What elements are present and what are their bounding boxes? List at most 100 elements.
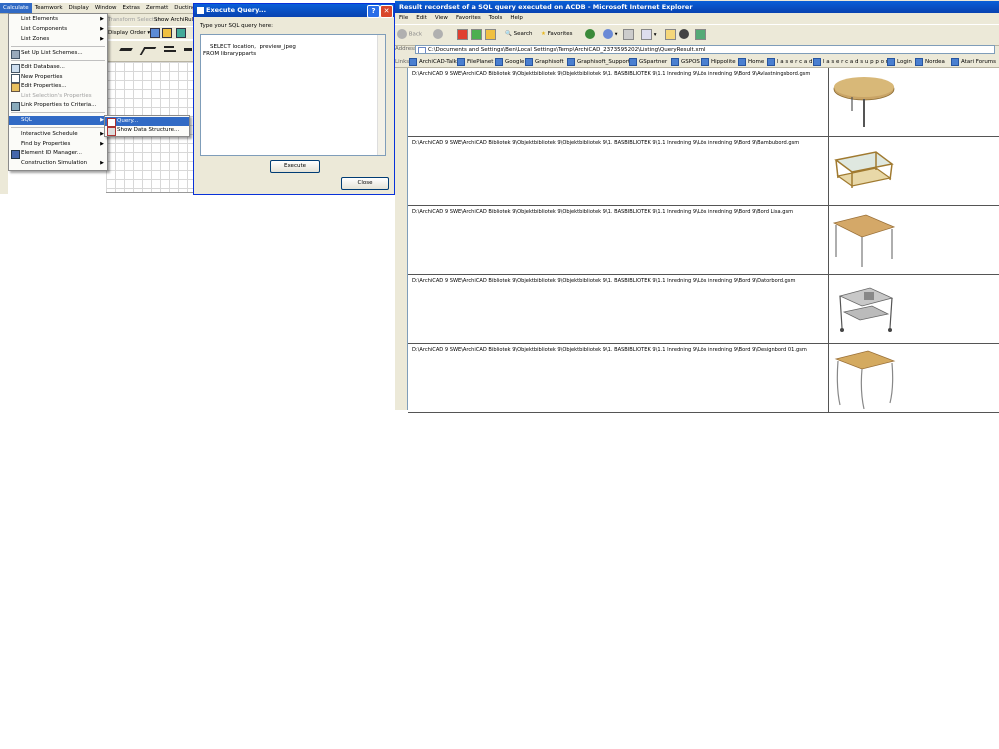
sql-submenu: Query... Show Data Structure... bbox=[104, 115, 190, 137]
menu-link-properties[interactable]: Link Properties to Criteria... bbox=[9, 101, 107, 111]
link-lasercad[interactable]: l a s e r c a d bbox=[767, 57, 813, 67]
menu-query[interactable]: Query... bbox=[105, 117, 189, 127]
submenu-arrow-icon: ▶ bbox=[100, 16, 104, 22]
menu-display[interactable]: Display bbox=[66, 3, 92, 13]
ie-menu-help[interactable]: Help bbox=[506, 13, 527, 23]
menu-label: SQL bbox=[21, 117, 32, 123]
menu-element-id-manager[interactable]: Element ID Manager... bbox=[9, 149, 107, 159]
textarea-scrollbar[interactable] bbox=[377, 35, 385, 155]
rect-table-preview bbox=[832, 214, 896, 267]
search-label: Search bbox=[513, 31, 533, 37]
column-divider bbox=[828, 344, 829, 412]
menu-sql[interactable]: SQL ▶ bbox=[9, 116, 107, 125]
execute-query-dialog: Execute Query... ? ✕ Type your SQL query… bbox=[193, 3, 395, 195]
menu-list-selection-properties[interactable]: List Selection's Properties bbox=[9, 92, 107, 101]
link-home[interactable]: Home bbox=[738, 57, 764, 67]
messenger-button[interactable] bbox=[695, 29, 706, 41]
link-archicad-talk[interactable]: ArchiCAD-Talk bbox=[409, 57, 457, 67]
menu-find-by-properties[interactable]: Find by Properties ▶ bbox=[9, 140, 107, 149]
dialog-close-icon[interactable]: ✕ bbox=[380, 5, 393, 18]
menu-list-components[interactable]: List Components ▶ bbox=[9, 25, 107, 34]
link-google[interactable]: Google bbox=[495, 57, 524, 67]
roof-tool-icon[interactable] bbox=[184, 48, 192, 51]
ie-menu-view[interactable]: View bbox=[431, 13, 452, 23]
home-button[interactable] bbox=[485, 29, 496, 41]
media-icon bbox=[585, 29, 595, 39]
display-order-dropdown[interactable]: Display Order ▾ bbox=[108, 30, 150, 36]
forward-button[interactable] bbox=[433, 29, 443, 41]
ie-titlebar[interactable]: Result recordset of a SQL query executed… bbox=[395, 1, 999, 13]
menu-construction-simulation[interactable]: Construction Simulation ▶ bbox=[9, 159, 107, 168]
mail-button[interactable]: ▾ bbox=[603, 29, 618, 41]
page-icon bbox=[418, 47, 426, 53]
link-text: Login bbox=[897, 59, 912, 65]
link-icon bbox=[457, 57, 465, 66]
link-gspos[interactable]: GSPOS bbox=[671, 57, 700, 67]
execute-button[interactable]: Execute bbox=[270, 160, 320, 173]
link-lasercadsupport[interactable]: l a s e r c a d s u p p o r t bbox=[813, 57, 892, 67]
ie-menu-file[interactable]: File bbox=[395, 13, 412, 23]
back-button[interactable]: Back bbox=[397, 29, 422, 41]
link-nordea[interactable]: Nordea bbox=[915, 57, 945, 67]
menu-extras[interactable]: Extras bbox=[120, 3, 143, 13]
mail-icon bbox=[603, 29, 613, 39]
menu-calculate[interactable]: Calculate bbox=[0, 3, 32, 13]
layer-icon[interactable] bbox=[150, 28, 160, 38]
help-button[interactable]: ? bbox=[367, 5, 380, 18]
tool-icon[interactable] bbox=[176, 28, 186, 38]
link-icon bbox=[951, 57, 959, 66]
link-atari-forums[interactable]: Atari Forums bbox=[951, 57, 996, 67]
beam-tool-icon[interactable] bbox=[164, 46, 174, 48]
menu-window[interactable]: Window bbox=[92, 3, 120, 13]
link-text: Hippolite bbox=[711, 59, 736, 65]
media-button[interactable] bbox=[585, 29, 595, 41]
submenu-arrow-icon: ▶ bbox=[100, 160, 104, 166]
edit-button[interactable]: ▾ bbox=[641, 29, 657, 41]
link-text: Atari Forums bbox=[961, 59, 997, 65]
wall-tool-icon[interactable] bbox=[119, 48, 133, 51]
ie-menubar: File Edit View Favorites Tools Help bbox=[395, 13, 999, 23]
tool-button[interactable] bbox=[679, 29, 689, 41]
close-button[interactable]: Close bbox=[341, 177, 389, 190]
ie-menu-favorites[interactable]: Favorites bbox=[452, 13, 485, 23]
link-fileplanet[interactable]: FilePlanet bbox=[457, 57, 493, 67]
archicad-left-strip bbox=[0, 14, 8, 194]
refresh-button[interactable] bbox=[471, 29, 482, 41]
folder-button[interactable] bbox=[665, 29, 676, 41]
ie-menu-edit[interactable]: Edit bbox=[412, 13, 431, 23]
table-row: D:\ArchiCAD 9 SWE\ArchiCAD Bibliotek 9\O… bbox=[408, 137, 999, 206]
favorites-button[interactable]: ★ Favorites bbox=[541, 29, 573, 40]
stop-button[interactable] bbox=[457, 29, 468, 41]
menu-teamwork[interactable]: Teamwork bbox=[32, 3, 66, 13]
link-gspartner[interactable]: GSpartner bbox=[629, 57, 667, 67]
menu-zermatt[interactable]: Zermatt bbox=[143, 3, 171, 13]
archicad-toolbar-1: Transform Selection Show ArchiRules bbox=[106, 14, 199, 26]
menu-edit-properties[interactable]: Edit Properties... bbox=[9, 82, 107, 92]
address-input[interactable]: C:\Documents and Settings\Ben\Local Sett… bbox=[415, 45, 995, 54]
menu-set-up-list-schemes[interactable]: Set Up List Schemes... bbox=[9, 49, 107, 59]
menu-edit-database[interactable]: Edit Database... bbox=[9, 63, 107, 73]
menu-label: List Components bbox=[21, 26, 68, 32]
menu-list-zones[interactable]: List Zones ▶ bbox=[9, 35, 107, 44]
menu-new-properties[interactable]: New Properties bbox=[9, 73, 107, 83]
favorites-label: Favorites bbox=[547, 31, 573, 37]
link-graphisoft[interactable]: Graphisoft bbox=[525, 57, 564, 67]
database-icon bbox=[11, 64, 20, 73]
folder-icon[interactable] bbox=[162, 28, 172, 38]
menu-show-data-structure[interactable]: Show Data Structure... bbox=[105, 126, 189, 136]
ie-menu-tools[interactable]: Tools bbox=[485, 13, 507, 23]
toolbar-extra-icon bbox=[679, 29, 689, 39]
link-hippolite[interactable]: Hippolite bbox=[701, 57, 736, 67]
print-button[interactable] bbox=[623, 29, 634, 41]
print-icon bbox=[623, 29, 634, 40]
search-button[interactable]: 🔍 Search bbox=[505, 29, 533, 40]
slab-tool-icon[interactable] bbox=[139, 47, 157, 55]
dialog-titlebar[interactable]: Execute Query... ? ✕ bbox=[194, 4, 394, 18]
link-text: FilePlanet bbox=[467, 59, 494, 65]
link-login[interactable]: Login bbox=[887, 57, 912, 67]
line-tool-icon[interactable] bbox=[164, 50, 176, 52]
menu-list-elements[interactable]: List Elements ▶ bbox=[9, 15, 107, 24]
sql-query-textarea[interactable]: SELECT location, preview_jpeg FROM libra… bbox=[200, 34, 386, 156]
menu-interactive-schedule[interactable]: Interactive Schedule ▶ bbox=[9, 130, 107, 139]
link-graphisoft-support[interactable]: Graphisoft_Support bbox=[567, 57, 630, 67]
